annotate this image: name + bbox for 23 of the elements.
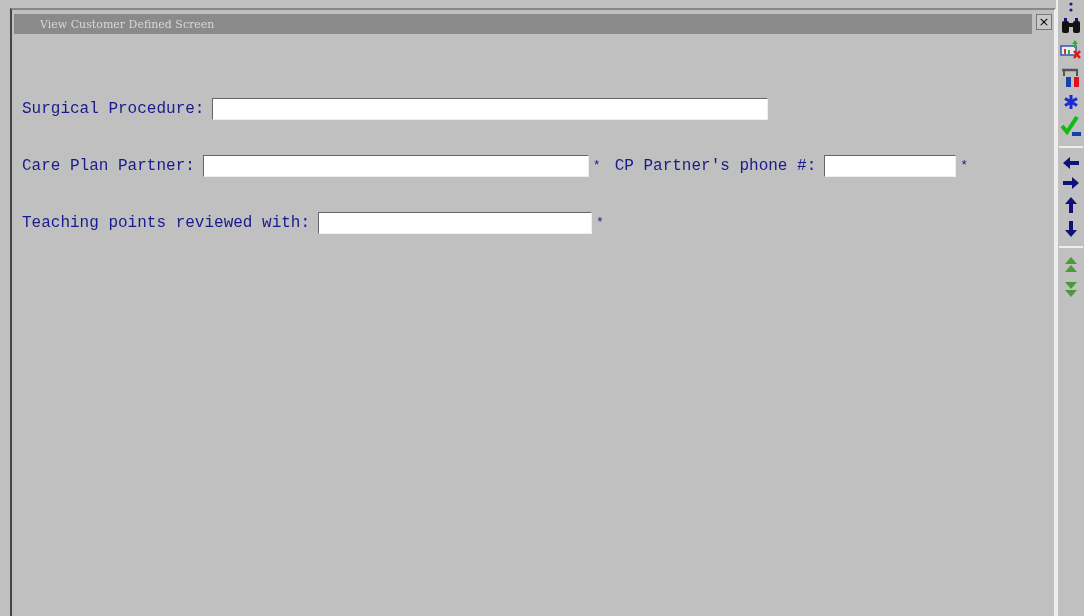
input-field[interactable] <box>202 154 589 177</box>
right-arrow-icon[interactable] <box>1062 176 1080 190</box>
left-arrow-icon[interactable] <box>1062 156 1080 170</box>
required-mark: * <box>592 158 601 173</box>
down-arrow-icon[interactable] <box>1064 220 1078 238</box>
field-label: Surgical Procedure: <box>22 99 205 118</box>
up-arrow-icon[interactable] <box>1064 196 1078 214</box>
input-field[interactable] <box>824 154 957 177</box>
required-mark: * <box>596 215 604 230</box>
field-label: CP Partner's phone #: <box>614 156 817 175</box>
close-button[interactable]: × <box>1036 14 1052 30</box>
asterisk-icon[interactable] <box>1063 94 1079 110</box>
checkmark-icon[interactable] <box>1060 116 1082 138</box>
chart-delete-icon[interactable] <box>1060 40 1082 60</box>
dots-icon[interactable] <box>1067 2 1075 12</box>
field-label: Teaching points reviewed with: <box>22 213 311 232</box>
input-field[interactable] <box>212 97 769 120</box>
required-mark: * <box>960 158 969 173</box>
input-field[interactable] <box>318 211 593 234</box>
window-title: View Customer Defined Screen <box>40 17 215 31</box>
field-label: Care Plan Partner: <box>22 156 195 175</box>
tools-icon[interactable] <box>1060 66 1082 88</box>
binoculars-icon[interactable] <box>1061 18 1081 34</box>
